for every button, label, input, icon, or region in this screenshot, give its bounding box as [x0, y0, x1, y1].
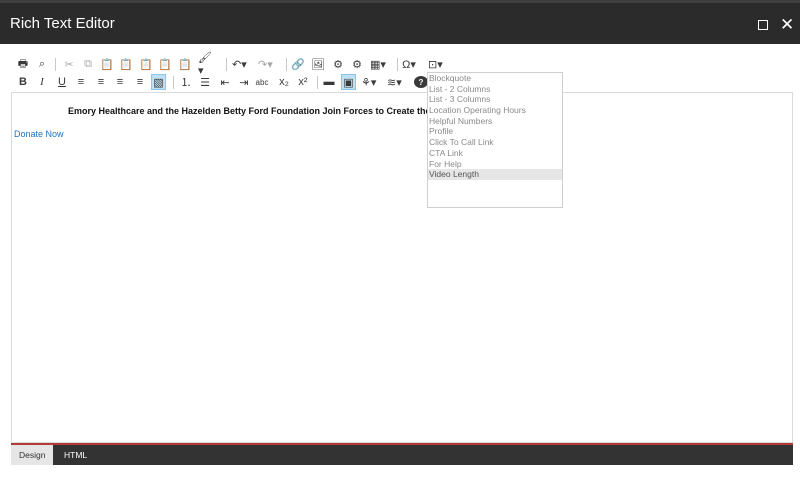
- align-right-icon[interactable]: ≡: [113, 74, 127, 90]
- image-manager-icon[interactable]: 🖼: [311, 56, 325, 72]
- subscript-icon[interactable]: x₂: [277, 74, 291, 90]
- toolbar-separator: [317, 76, 318, 89]
- align-center-icon[interactable]: ≡: [94, 74, 108, 90]
- toolbar-separator: [286, 58, 287, 71]
- article-headline: Emory Healthcare and the Hazelden Betty …: [68, 106, 440, 116]
- special-characters-icon[interactable]: Ω▾: [402, 56, 416, 72]
- module-icon[interactable]: ⚘▾: [361, 74, 376, 90]
- editor-content-area[interactable]: Emory Healthcare and the Hazelden Betty …: [11, 92, 793, 443]
- maximize-icon[interactable]: [758, 20, 768, 30]
- dropdown-item-blockquote[interactable]: Blockquote: [428, 73, 562, 84]
- ordered-list-icon[interactable]: ⒈: [179, 74, 193, 90]
- justify-icon[interactable]: ≡: [133, 74, 147, 90]
- redo-icon[interactable]: ↷▾: [258, 56, 273, 72]
- dropdown-item-helpful-numbers[interactable]: Helpful Numbers: [428, 116, 562, 127]
- align-left-icon[interactable]: ≡: [74, 74, 88, 90]
- window-title: Rich Text Editor: [10, 15, 115, 32]
- format-painter-icon[interactable]: 🖌▾: [198, 52, 212, 77]
- donate-now-link[interactable]: Donate Now: [14, 129, 64, 139]
- link-manager-icon[interactable]: 🔗: [291, 56, 305, 72]
- bullet-list-icon[interactable]: ☰: [198, 74, 212, 90]
- toolbar-separator: [173, 76, 174, 89]
- superscript-icon[interactable]: x²: [296, 74, 310, 90]
- help-icon[interactable]: ?: [414, 76, 428, 88]
- indent-icon[interactable]: ⇥: [237, 74, 251, 90]
- table-icon[interactable]: ▦▾: [370, 56, 386, 72]
- paste-text-icon[interactable]: 📋: [139, 56, 153, 72]
- tab-design[interactable]: Design: [11, 445, 54, 465]
- dropdown-item-for-help[interactable]: For Help: [428, 159, 562, 170]
- italic-icon[interactable]: I: [35, 74, 49, 90]
- toolbar-separator: [226, 58, 227, 71]
- dropdown-item-click-to-call-link[interactable]: Click To Call Link: [428, 137, 562, 148]
- dropdown-item-cta-link[interactable]: CTA Link: [428, 148, 562, 159]
- media-manager-icon[interactable]: ⚙: [331, 56, 345, 72]
- title-bar: Rich Text Editor ✕: [0, 0, 800, 44]
- outdent-icon[interactable]: ⇤: [218, 74, 232, 90]
- toolbar-separator: [397, 58, 398, 71]
- insert-snippet-icon[interactable]: ⊡▾: [428, 56, 443, 72]
- paste-word-icon[interactable]: 📋: [119, 56, 133, 72]
- tab-html[interactable]: HTML: [56, 445, 95, 465]
- snippet-dropdown: Blockquote List - 2 Columns List - 3 Col…: [427, 72, 563, 208]
- close-icon[interactable]: ✕: [780, 16, 794, 33]
- paragraph-icon[interactable]: ▬: [322, 74, 336, 90]
- cut-icon[interactable]: ✂: [62, 56, 76, 72]
- bold-icon[interactable]: B: [16, 74, 30, 90]
- mode-tab-bar: Design HTML: [11, 443, 793, 465]
- toolbar-separator: [55, 58, 56, 71]
- snippet-icon[interactable]: ▣: [341, 74, 356, 90]
- paste-html-icon[interactable]: 📋: [158, 56, 172, 72]
- dropdown-item-video-length[interactable]: Video Length: [428, 169, 562, 180]
- paste-icon[interactable]: 📋: [100, 56, 114, 72]
- dropdown-item-location-operating-hours[interactable]: Location Operating Hours: [428, 105, 562, 116]
- dropdown-item-list-3-columns[interactable]: List - 3 Columns: [428, 94, 562, 105]
- undo-icon[interactable]: ↶▾: [232, 56, 247, 72]
- print-icon[interactable]: 🖶: [16, 56, 30, 72]
- underline-icon[interactable]: U: [55, 74, 69, 90]
- spellcheck-icon[interactable]: abc: [255, 74, 269, 90]
- paste-options-icon[interactable]: 📋: [178, 56, 192, 72]
- copy-icon[interactable]: ⧉: [81, 56, 95, 72]
- styles-icon[interactable]: ≋▾: [387, 74, 402, 90]
- strike-box-icon[interactable]: ▧: [151, 74, 166, 90]
- find-icon[interactable]: ⌕: [35, 56, 49, 72]
- document-manager-icon[interactable]: ⚙: [350, 56, 364, 72]
- dropdown-item-profile[interactable]: Profile: [428, 126, 562, 137]
- dropdown-item-list-2-columns[interactable]: List - 2 Columns: [428, 84, 562, 95]
